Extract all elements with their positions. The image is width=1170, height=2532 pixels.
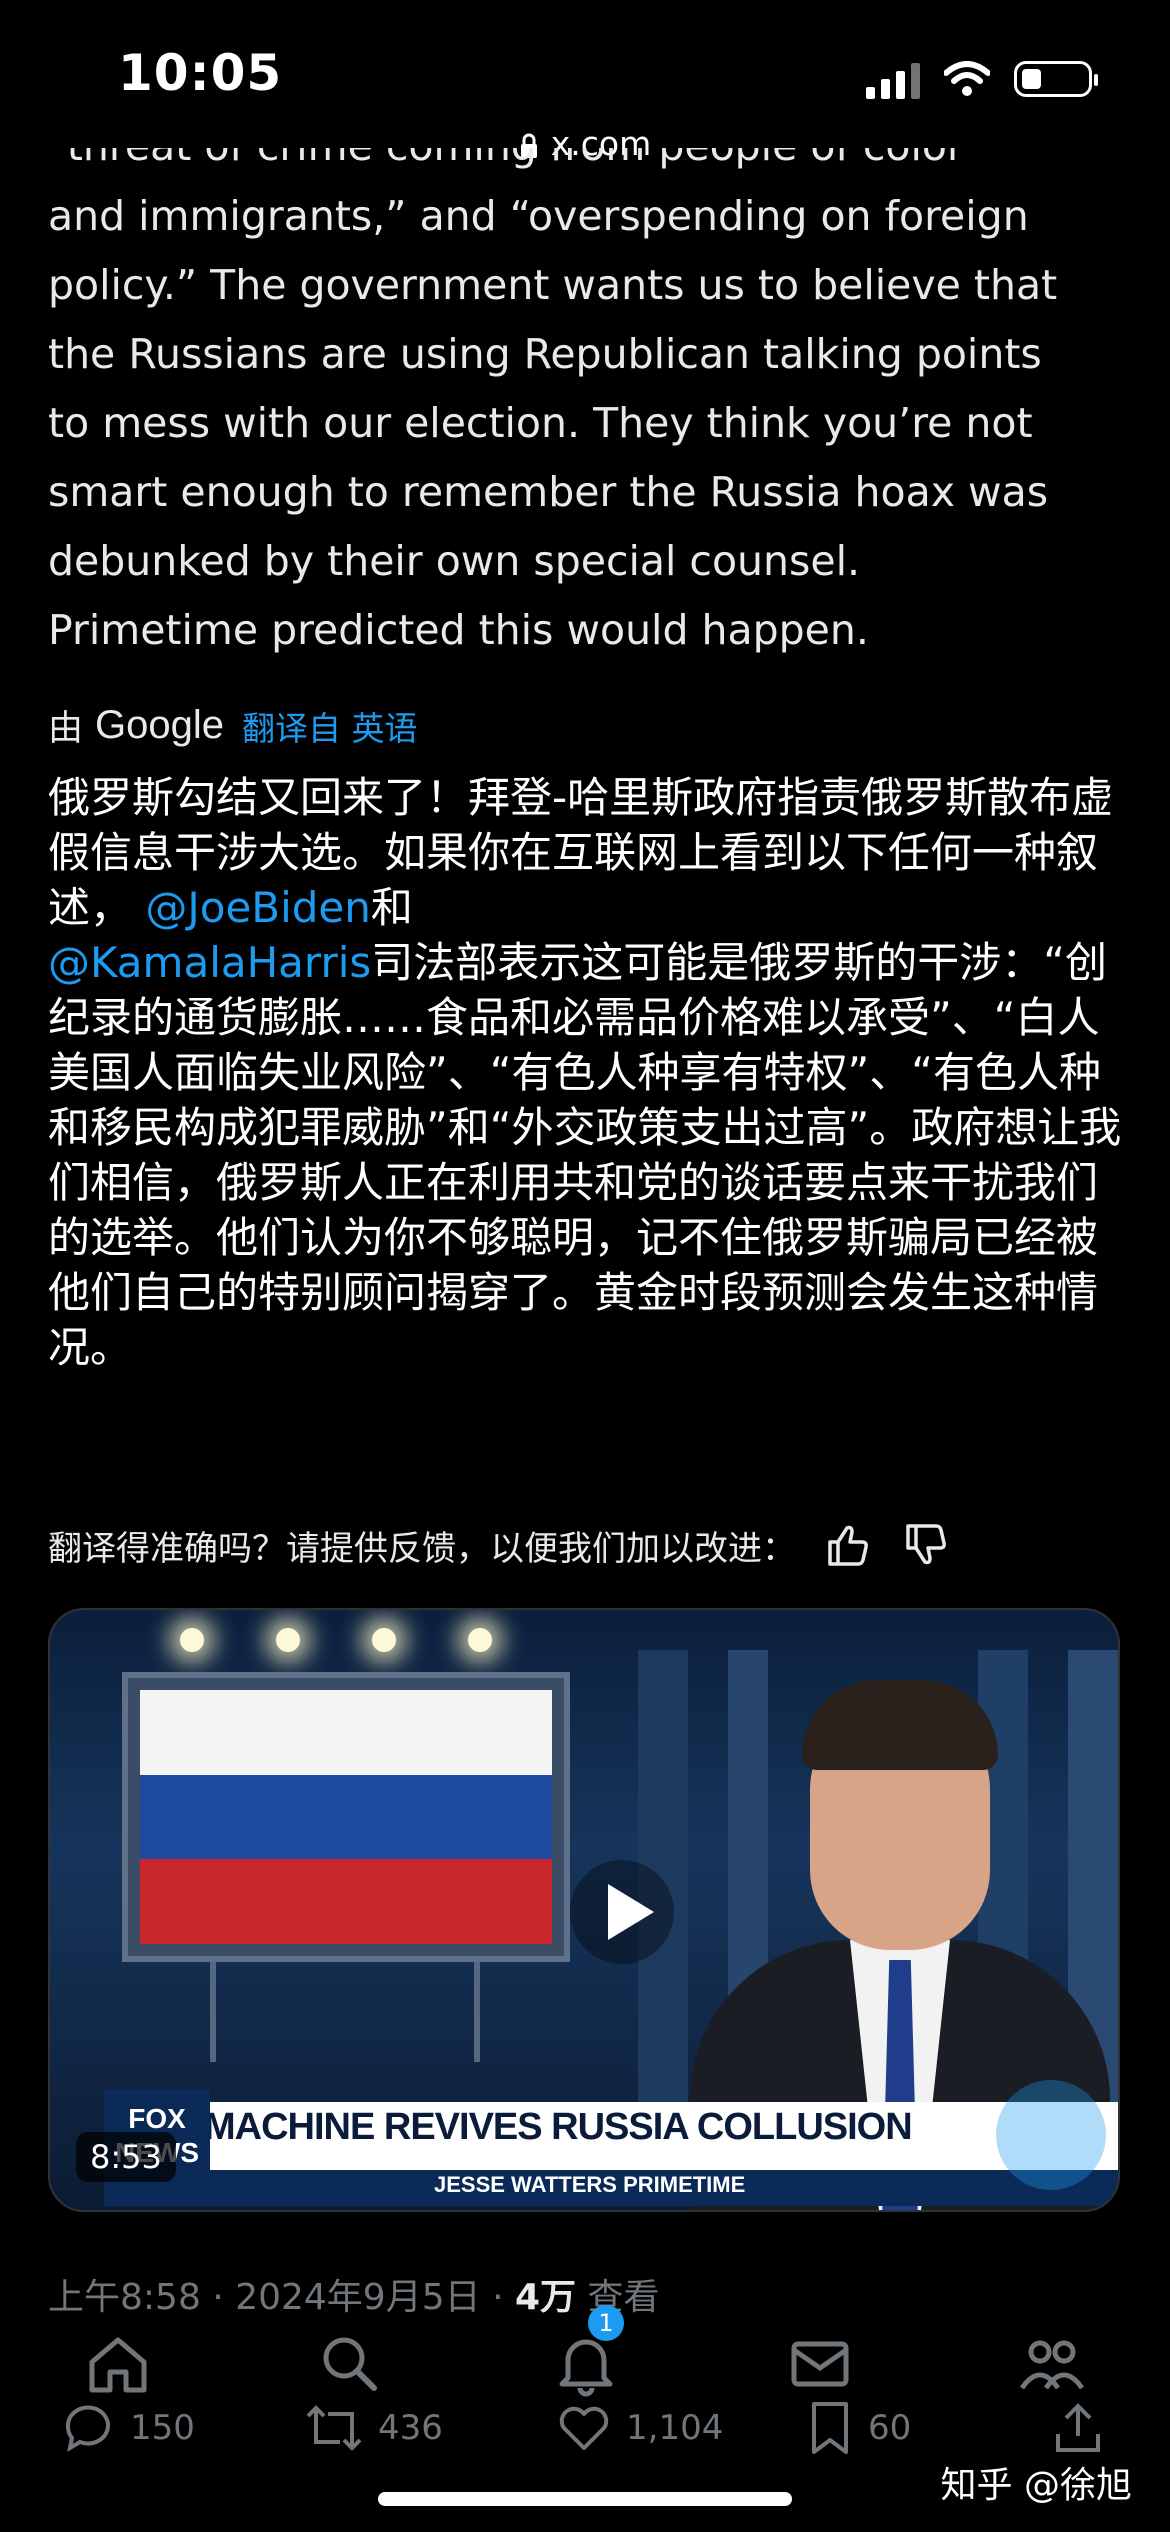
thumbs-up-icon[interactable] xyxy=(824,1520,874,1570)
translated-text-part: 和 xyxy=(370,883,413,932)
retweet-count: 436 xyxy=(378,2408,443,2448)
video-player[interactable]: MACHINE REVIVES RUSSIA COLLUSION JESSE W… xyxy=(48,1608,1120,2212)
news-lower-third: MACHINE REVIVES RUSSIA COLLUSION JESSE W… xyxy=(104,2102,1118,2206)
status-icons xyxy=(866,56,1098,102)
google-logo: Google xyxy=(95,703,224,747)
cellular-signal-icon xyxy=(866,59,920,99)
russia-flag-screen xyxy=(122,1672,570,1962)
reply-icon xyxy=(65,2405,110,2453)
translate-source-link[interactable]: 翻译自 英语 xyxy=(242,702,418,750)
screen-stand xyxy=(210,1962,480,2062)
mention-link[interactable]: @JoeBiden xyxy=(145,883,371,932)
share-icon xyxy=(1056,2403,1100,2452)
share-button[interactable] xyxy=(1052,2400,1104,2456)
tweet-line: the Russians are using Republican talkin… xyxy=(48,330,1042,378)
tweet-line: smart enough to remember the Russia hoax… xyxy=(48,468,1049,516)
russia-flag xyxy=(140,1690,552,1944)
video-duration: 8:53 xyxy=(76,2132,176,2182)
battery-icon xyxy=(1014,61,1098,97)
translation-feedback: 翻译得准确吗？请提供反馈，以便我们加以改进： xyxy=(48,1520,1128,1570)
video-headline: MACHINE REVIVES RUSSIA COLLUSION xyxy=(204,2106,913,2148)
translation-attribution: 由 Google 翻译自 英语 xyxy=(48,700,418,751)
translated-text-part: 司法部表示这可能是俄罗斯的干涉：“创纪录的通货膨胀……食品和必需品价格难以承受”… xyxy=(48,938,1122,1372)
chat-bubble-icon[interactable] xyxy=(996,2080,1106,2190)
mail-icon[interactable] xyxy=(784,2328,856,2400)
bookmark-icon xyxy=(812,2402,848,2454)
wifi-icon xyxy=(944,61,990,96)
communities-icon[interactable] xyxy=(1016,2328,1088,2400)
battery-level xyxy=(1022,69,1041,89)
status-time: 10:05 xyxy=(118,44,283,102)
bookmark-button[interactable]: 60 xyxy=(806,2400,911,2456)
tweet-line: Primetime predicted this would happen. xyxy=(48,606,869,654)
play-icon[interactable] xyxy=(570,1860,674,1964)
tweet-line: debunked by their own special counsel. xyxy=(48,537,861,585)
studio-lights xyxy=(180,1628,492,1652)
reply-count: 150 xyxy=(130,2408,195,2448)
retweet-button[interactable]: 436 xyxy=(304,2400,443,2456)
home-indicator[interactable] xyxy=(378,2492,792,2506)
tweet-text: "threat of crime coming from people of c… xyxy=(48,148,1128,665)
translated-text: 俄罗斯勾结又回来了！拜登-哈里斯政府指责俄罗斯散布虚假信息干涉大选。如果你在互联… xyxy=(48,770,1138,1375)
translated-by-label: 由 xyxy=(48,709,84,749)
retweet-icon xyxy=(306,2405,362,2451)
mention-link[interactable]: @KamalaHarris xyxy=(48,938,371,987)
tweet-line: policy.” The government wants us to beli… xyxy=(48,261,1058,309)
tweet-line: and immigrants,” and “overspending on fo… xyxy=(48,192,1029,240)
show-name: JESSE WATTERS PRIMETIME xyxy=(434,2172,746,2197)
reply-button[interactable]: 150 xyxy=(60,2400,195,2456)
home-icon[interactable] xyxy=(82,2328,154,2400)
feedback-prompt: 翻译得准确吗？请提供反馈，以便我们加以改进： xyxy=(48,1528,796,1569)
thumbs-down-icon[interactable] xyxy=(902,1520,952,1570)
search-icon[interactable] xyxy=(314,2328,386,2400)
tweet-line-cut: "threat of crime coming from people of c… xyxy=(48,148,1128,182)
tweet-line: to mess with our election. They think yo… xyxy=(48,399,1033,447)
zhihu-watermark: 知乎 @徐旭 xyxy=(940,2465,1132,2506)
like-button[interactable]: 1,104 xyxy=(556,2400,723,2456)
heart-icon xyxy=(559,2406,609,2450)
notification-badge: 1 xyxy=(588,2305,624,2341)
bookmark-count: 60 xyxy=(868,2408,912,2448)
like-count: 1,104 xyxy=(626,2408,724,2448)
